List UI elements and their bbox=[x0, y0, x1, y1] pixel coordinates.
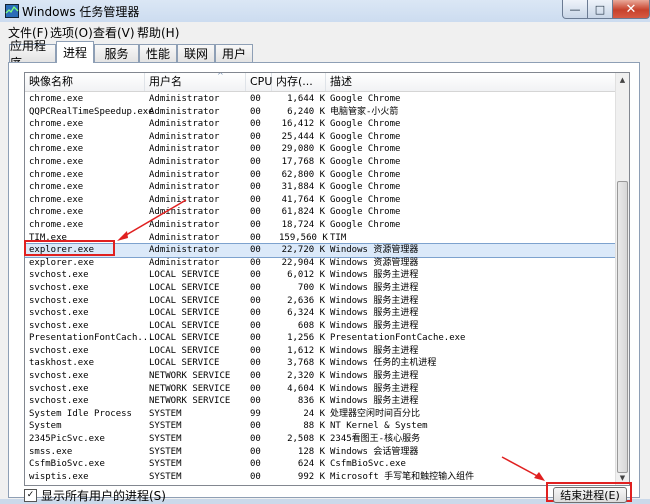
tab-processes[interactable]: 进程 bbox=[56, 41, 94, 63]
checkmark-icon[interactable]: ✓ bbox=[24, 489, 37, 502]
show-all-users-label: 显示所有用户的进程(S) bbox=[41, 489, 166, 503]
end-process-button[interactable]: 结束进程(E) bbox=[553, 487, 627, 503]
show-all-users-checkbox[interactable]: ✓ 显示所有用户的进程(S) bbox=[24, 487, 166, 504]
task-manager-window: Windows 任务管理器 — □ ✕ 文件(F) 选项(O) 查看(V) 帮助… bbox=[0, 0, 650, 503]
annotation-arrows bbox=[117, 199, 545, 481]
annotation-arrowhead-explorer bbox=[117, 231, 128, 241]
annotation-arrow-end-process bbox=[501, 456, 542, 479]
annotation-arrowhead-end-process bbox=[534, 472, 545, 481]
annotation-arrow-explorer bbox=[120, 199, 187, 239]
